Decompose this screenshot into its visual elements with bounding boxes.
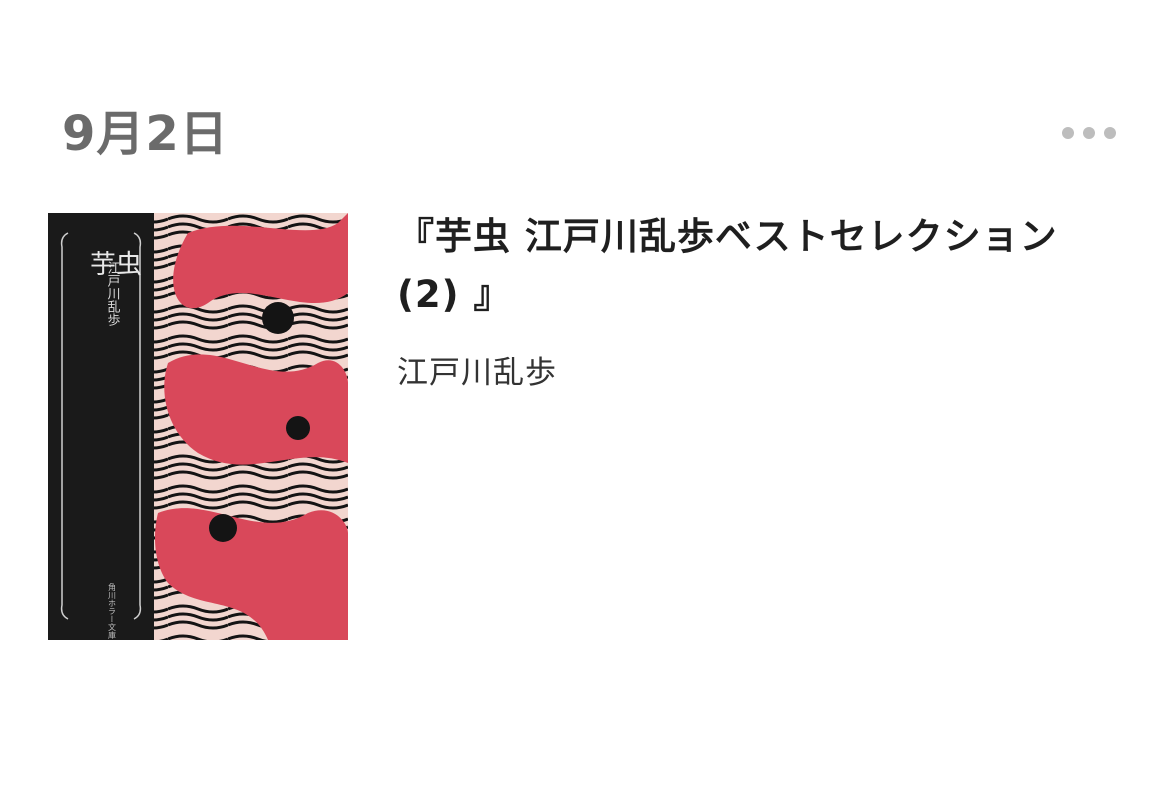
more-options-button[interactable] <box>1062 120 1116 146</box>
book-author[interactable]: 江戸川乱歩 <box>397 348 557 398</box>
more-dot-icon <box>1104 127 1116 139</box>
more-dot-icon <box>1062 127 1074 139</box>
book-cover-art: 芋虫 江戸川乱歩 角川ホラー文庫 <box>48 213 348 640</box>
cover-author-text: 江戸川乱歩 <box>105 261 121 327</box>
entry-date: 9月2日 <box>62 106 229 162</box>
cover-publisher-text: 角川ホラー文庫 <box>108 582 117 640</box>
book-title[interactable]: 『芋虫 江戸川乱歩ベストセレクション (2) 』 <box>397 208 1117 324</box>
book-cover-image[interactable]: 芋虫 江戸川乱歩 角川ホラー文庫 <box>48 213 348 640</box>
more-dot-icon <box>1083 127 1095 139</box>
